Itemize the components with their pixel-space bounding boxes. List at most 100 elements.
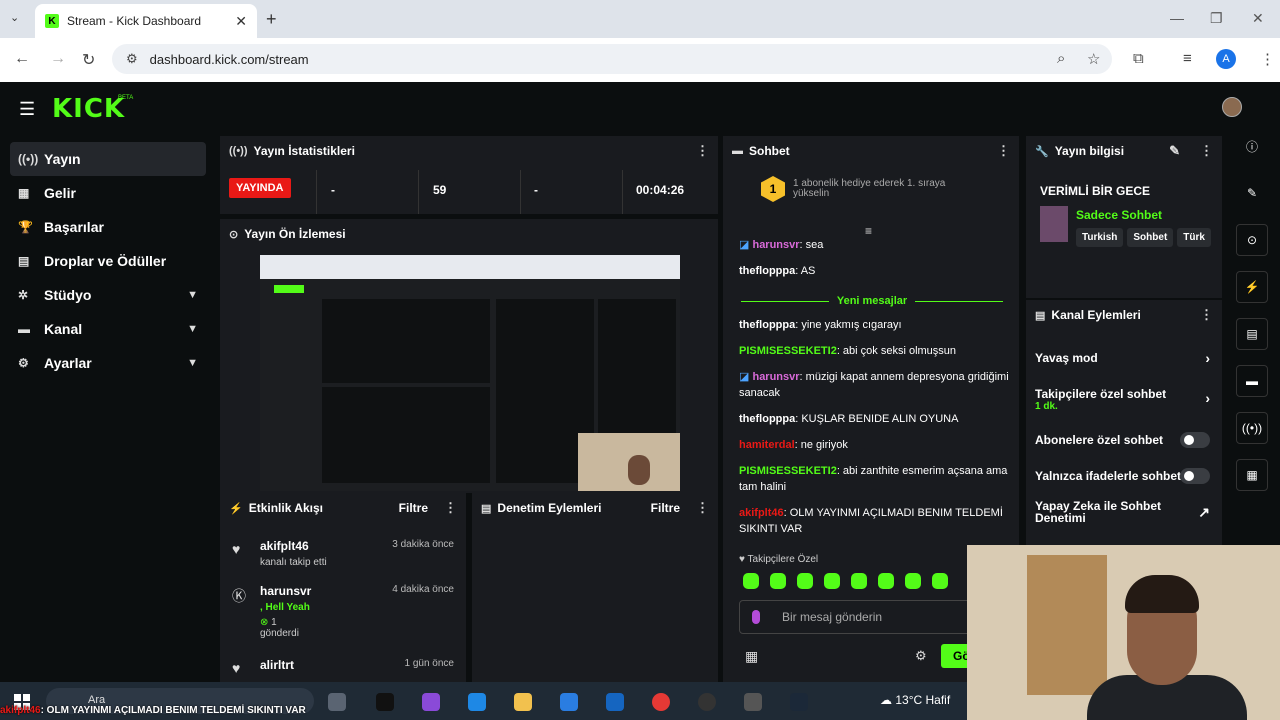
settings-icon: ⚙ <box>18 356 29 370</box>
emote-icon[interactable] <box>743 573 759 589</box>
ai-moderation-row[interactable]: Yapay Zeka ile Sohbet Denetimi ↗ <box>1026 494 1210 530</box>
chat-username[interactable]: theflopppa <box>739 319 795 331</box>
browser-tab[interactable]: K Stream - Kick Dashboard ✕ <box>35 4 257 38</box>
emote-icon[interactable] <box>905 573 921 589</box>
obs-icon[interactable] <box>698 693 716 711</box>
chat-settings-icon[interactable]: ⚙ <box>915 648 927 664</box>
back-icon[interactable]: ← <box>14 50 30 68</box>
subscribers-only-toggle[interactable] <box>1180 432 1210 448</box>
outlook-icon[interactable] <box>606 693 624 711</box>
url-field[interactable]: ⚙ dashboard.kick.com/stream <box>112 44 1112 74</box>
copilot-icon[interactable] <box>422 693 440 711</box>
edge-icon[interactable] <box>468 693 486 711</box>
pinned-gift-banner[interactable]: 1 1 abonelik hediye ederek 1. sıraya yük… <box>761 176 963 202</box>
restore-icon[interactable]: ❐ <box>1210 10 1223 27</box>
chat-username[interactable]: harunsvr <box>752 239 799 251</box>
emote-icon[interactable] <box>824 573 840 589</box>
overlay-user: akifplt46 <box>0 705 41 716</box>
store-icon[interactable] <box>560 693 578 711</box>
chrome-icon[interactable] <box>652 693 670 711</box>
file-explorer-icon[interactable] <box>514 693 532 711</box>
chat-username[interactable]: theflopppa <box>739 413 795 425</box>
site-info-icon[interactable]: ⚙ <box>126 51 138 67</box>
document-rail-icon[interactable]: ▤ <box>1236 318 1268 350</box>
reload-icon[interactable]: ↻ <box>82 50 95 70</box>
chat-message: theflopppa: yine yakmış cıgarayı <box>739 317 1009 333</box>
sidebar-item-droplar[interactable]: ▤ Droplar ve Ödüller <box>10 244 206 278</box>
media-control-icon[interactable]: ≡ <box>1183 50 1192 67</box>
zoom-icon[interactable]: ⌕ <box>1057 50 1065 67</box>
chat-message: PISMISESSEKETI2: abi zanthite esmerim aç… <box>739 463 1009 495</box>
close-window-icon[interactable]: ✕ <box>1252 10 1264 27</box>
followers-only-row[interactable]: Takipçilere özel sohbet 1 dk. › <box>1026 376 1222 422</box>
chat-text: : ne giriyok <box>794 439 848 451</box>
broadcast-rail-icon[interactable]: ((•)) <box>1236 412 1268 444</box>
sidebar-item-gelir[interactable]: ▦ Gelir <box>10 176 206 210</box>
microphone-icon[interactable] <box>752 610 760 624</box>
more-options-icon[interactable]: ⋮ <box>444 500 457 516</box>
sidebar-item-yayin[interactable]: ((•)) Yayın <box>10 142 206 176</box>
filter-button[interactable]: Filtre <box>399 501 428 515</box>
stream-category[interactable]: Sadece Sohbet <box>1076 208 1162 222</box>
gift-shop-icon[interactable]: ▦ <box>745 648 758 665</box>
profile-avatar[interactable]: A <box>1216 49 1236 69</box>
sidebar-item-basarilar[interactable]: 🏆 Başarılar <box>10 210 206 244</box>
edit-icon[interactable]: ✎ <box>1236 177 1268 209</box>
tab-close-icon[interactable]: ✕ <box>235 13 247 30</box>
heart-icon: ♥ <box>232 541 241 557</box>
channel-actions-header: ▤ Kanal Eylemleri ⋮ <box>1026 300 1222 330</box>
chat-rail-icon[interactable]: ▬ <box>1236 365 1268 397</box>
bookmark-star-icon[interactable]: ☆ <box>1087 50 1100 68</box>
slow-mode-row[interactable]: Yavaş mod › <box>1026 340 1222 376</box>
more-options-icon[interactable]: ⋮ <box>1200 143 1213 159</box>
sidebar-item-kanal[interactable]: ▬ Kanal ▼ <box>10 312 206 346</box>
hamburger-menu-icon[interactable]: ☰ <box>19 99 35 120</box>
chat-username[interactable]: theflopppa <box>739 265 795 277</box>
extensions-icon[interactable]: ⧉ <box>1133 50 1144 67</box>
more-options-icon[interactable]: ⋮ <box>696 500 709 516</box>
new-tab-icon[interactable]: + <box>266 9 277 30</box>
steam-icon[interactable] <box>790 693 808 711</box>
task-view-icon[interactable] <box>328 693 346 711</box>
stream-preview-video[interactable] <box>260 255 680 491</box>
chat-input[interactable]: Bir mesaj gönderin <box>739 600 989 634</box>
user-avatar[interactable] <box>1222 97 1242 117</box>
sidebar-item-ayarlar[interactable]: ⚙ Ayarlar ▼ <box>10 346 206 380</box>
chat-username[interactable]: akifplt46 <box>739 507 784 519</box>
chat-username[interactable]: PISMISESSEKETI2 <box>739 465 837 477</box>
chevron-down-icon: ▼ <box>187 323 198 335</box>
filter-button[interactable]: Filtre <box>651 501 680 515</box>
forward-icon[interactable]: → <box>50 50 66 68</box>
tab-title: Stream - Kick Dashboard <box>67 14 202 28</box>
more-options-icon[interactable]: ⋮ <box>997 143 1010 159</box>
chat-username[interactable]: harunsvr <box>752 371 799 383</box>
kick-logo[interactable]: KICK <box>52 94 125 124</box>
chat-username[interactable]: PISMISESSEKETI2 <box>739 345 837 357</box>
collapse-pin-icon[interactable]: ≡ <box>865 224 872 238</box>
minimize-icon[interactable]: — <box>1170 10 1184 26</box>
epic-games-icon[interactable] <box>376 693 394 711</box>
emote-icon[interactable] <box>851 573 867 589</box>
chat-username[interactable]: hamiterdal <box>739 439 795 451</box>
edit-pencil-icon[interactable]: ✎ <box>1169 143 1180 159</box>
more-options-icon[interactable]: ⋮ <box>696 143 709 159</box>
emote-icon[interactable] <box>770 573 786 589</box>
calculator-icon[interactable] <box>744 693 762 711</box>
emote-icon[interactable] <box>797 573 813 589</box>
preview-header: ⊙ Yayın Ön İzlemesi <box>220 219 718 249</box>
preview-rail-icon[interactable]: ⊙ <box>1236 224 1268 256</box>
emote-icon[interactable] <box>932 573 948 589</box>
browser-menu-icon[interactable]: ⋮ <box>1260 50 1275 68</box>
lightning-rail-icon[interactable]: ⚡ <box>1236 271 1268 303</box>
tab-search-icon[interactable]: ⌄ <box>10 11 19 24</box>
background-painting <box>1027 555 1107 695</box>
emote-icon[interactable] <box>878 573 894 589</box>
emotes-only-toggle[interactable] <box>1180 468 1210 484</box>
sidebar-item-studyo[interactable]: ✲ Stüdyo ▼ <box>10 278 206 312</box>
weather-widget[interactable]: ☁ 13°C Hafif <box>880 693 950 707</box>
stat-viewers: 59 <box>433 183 447 197</box>
activity-header: ⚡ Etkinlik Akışı Filtre ⋮ <box>220 493 466 523</box>
layout-rail-icon[interactable]: ▦ <box>1236 459 1268 491</box>
more-options-icon[interactable]: ⋮ <box>1200 307 1213 323</box>
info-icon[interactable]: ⓘ <box>1236 130 1268 162</box>
